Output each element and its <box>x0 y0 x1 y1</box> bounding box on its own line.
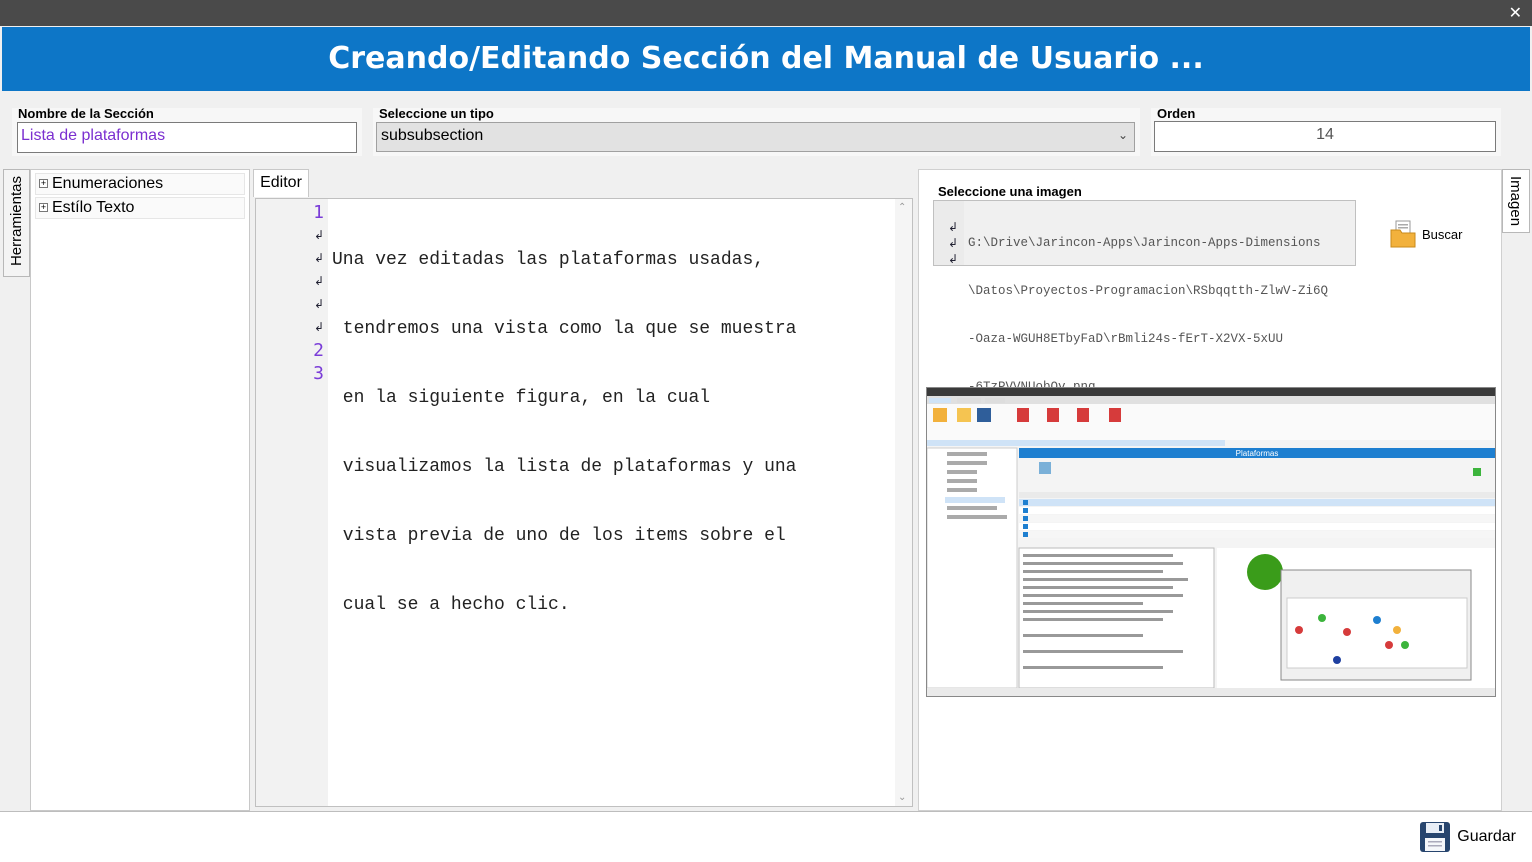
editor-line: tendremos una vista como la que se muest… <box>332 319 797 339</box>
editor-scrollbar[interactable]: ⌃ ⌄ <box>895 199 912 806</box>
scroll-up-icon[interactable]: ⌃ <box>898 202 906 213</box>
path-line: \Datos\Proyectos-Programacion\RSbqqtth-Z… <box>968 284 1329 298</box>
code-editor[interactable]: 1 ↲ ↲ ↲ ↲ ↲ 2 3 Una vez editadas las pla… <box>255 198 913 807</box>
line-gutter: 1 ↲ ↲ ↲ ↲ ↲ 2 3 <box>256 199 328 806</box>
folder-icon <box>1390 220 1416 248</box>
floppy-disk-icon <box>1420 822 1451 852</box>
editor-line: visualizamos la lista de plataformas y u… <box>332 457 797 477</box>
line-number: 2 <box>313 340 324 361</box>
word-wrap-icon: ↲ <box>313 251 324 265</box>
order-label: Orden <box>1157 106 1196 121</box>
word-wrap-icon: ↲ <box>947 220 958 234</box>
scroll-down-icon[interactable]: ⌄ <box>898 792 906 803</box>
chevron-down-icon: ⌄ <box>1117 128 1128 142</box>
save-button-label: Guardar <box>1457 828 1516 845</box>
expand-icon[interactable]: + <box>39 179 48 188</box>
save-button[interactable]: Guardar <box>1419 820 1516 854</box>
path-line: -Oaza-WGUH8ETbyFaD\rBmli24s-fErT-X2VX-5x… <box>968 332 1284 346</box>
word-wrap-icon: ↲ <box>313 320 324 334</box>
section-name-input[interactable]: Lista de plataformas <box>17 122 357 153</box>
editor-line: cual se a hecho clic. <box>332 595 570 615</box>
tab-imagen-label: Imagen <box>1507 176 1524 227</box>
tab-herramientas-label: Herramientas <box>8 176 25 267</box>
line-number: 3 <box>313 363 324 384</box>
image-path-field[interactable]: ↲ ↲ ↲ G:\Drive\Jarincon-Apps\Jarincon-Ap… <box>933 200 1356 394</box>
tools-tree: + Enumeraciones + Estílo Texto <box>30 169 250 811</box>
page-title: Creando/Editando Sección del Manual de U… <box>2 27 1530 91</box>
tree-item-estilo-texto[interactable]: + Estílo Texto <box>35 197 245 219</box>
tree-item-label: Estílo Texto <box>52 199 135 216</box>
section-name-group: Nombre de la Sección Lista de plataforma… <box>12 106 362 156</box>
preview-section-title: Plataformas <box>1236 449 1279 458</box>
image-panel: Seleccione una imagen ↲ ↲ ↲ G:\Drive\Jar… <box>918 169 1502 811</box>
tab-imagen[interactable]: Imagen <box>1502 169 1530 233</box>
tab-editor[interactable]: Editor <box>253 169 309 197</box>
type-label: Seleccione un tipo <box>379 106 494 121</box>
word-wrap-icon: ↲ <box>947 252 958 266</box>
search-image-button[interactable]: Buscar <box>1385 214 1485 254</box>
editor-line: Una vez editadas las plataformas usadas, <box>332 250 765 270</box>
search-button-label: Buscar <box>1422 227 1463 242</box>
word-wrap-icon: ↲ <box>313 297 324 311</box>
preview-screenshot-image: Plataformas <box>927 388 1495 696</box>
tree-item-label: Enumeraciones <box>52 175 164 192</box>
type-group: Seleccione un tipo subsubsection ⌄ <box>373 106 1140 156</box>
path-gutter: ↲ ↲ ↲ <box>934 201 964 266</box>
word-wrap-icon: ↲ <box>313 274 324 288</box>
section-name-label: Nombre de la Sección <box>18 106 154 121</box>
line-number: 1 <box>313 202 324 223</box>
editor-text[interactable]: Una vez editadas las plataformas usadas,… <box>332 203 796 663</box>
image-preview: Plataformas <box>926 387 1496 697</box>
order-input[interactable]: 14 <box>1154 121 1496 152</box>
editor-panel: Editor 1 ↲ ↲ ↲ ↲ ↲ 2 3 Una vez editadas … <box>251 169 916 811</box>
editor-line: vista previa de uno de los items sobre e… <box>332 526 786 546</box>
path-line: G:\Drive\Jarincon-Apps\Jarincon-Apps-Dim… <box>968 236 1321 250</box>
word-wrap-icon: ↲ <box>313 228 324 242</box>
type-select-value: subsubsection <box>381 127 484 144</box>
order-group: Orden 14 <box>1151 106 1501 156</box>
type-select[interactable]: subsubsection ⌄ <box>376 122 1135 152</box>
tree-item-enumeraciones[interactable]: + Enumeraciones <box>35 173 245 195</box>
editor-line: en la siguiente figura, en la cual <box>332 388 711 408</box>
tab-herramientas[interactable]: Herramientas <box>3 169 30 277</box>
word-wrap-icon: ↲ <box>947 236 958 250</box>
window-titlebar: ✕ <box>0 0 1532 26</box>
footer-bar: Guardar <box>0 811 1532 862</box>
image-select-label: Seleccione una imagen <box>938 184 1082 199</box>
expand-icon[interactable]: + <box>39 203 48 212</box>
close-icon[interactable]: ✕ <box>1509 3 1522 22</box>
